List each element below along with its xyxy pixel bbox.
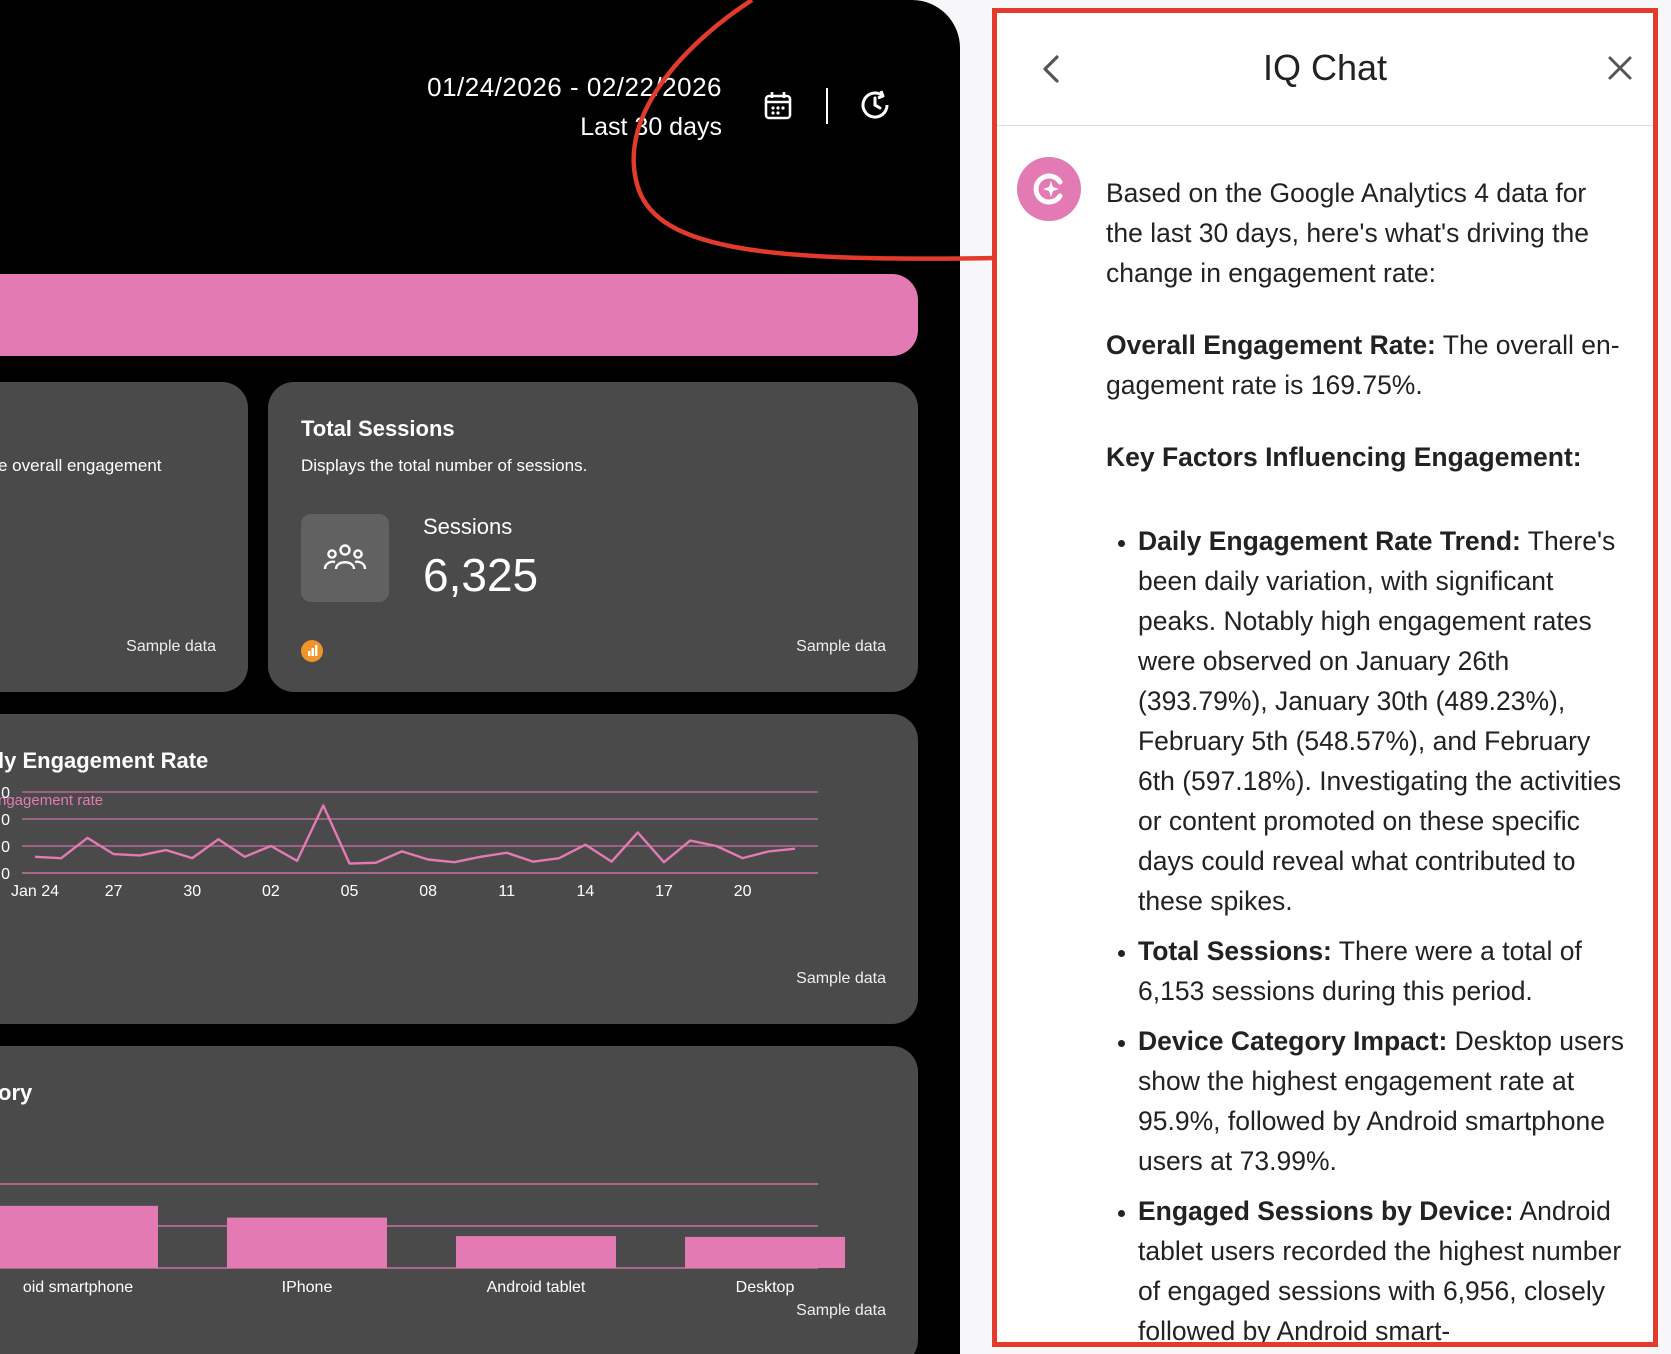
sample-data-label: Sample data (796, 1302, 886, 1319)
list-item: Daily Engagement Rate Trend: There's bee… (1138, 521, 1626, 921)
factors-list: Daily Engagement Rate Trend: There's bee… (1106, 521, 1626, 1342)
x-tick-label: 17 (655, 883, 673, 900)
message-intro: Based on the Google Analytics 4 data for… (1106, 178, 1589, 288)
y-tick-label: 0 (1, 866, 10, 883)
sample-data-label: Sample data (796, 970, 886, 987)
chat-header: IQ Chat (997, 13, 1653, 126)
bar (456, 1236, 616, 1268)
bullet-label: Engaged Sessions by Device: (1138, 1196, 1514, 1226)
bullet-label: Daily Engagement Rate Trend: (1138, 526, 1521, 556)
users-group-icon (301, 514, 389, 602)
bar (227, 1217, 387, 1268)
x-tick-label: 14 (576, 883, 594, 900)
factors-heading: Key Factors Influencing Engagement: (1106, 437, 1626, 477)
x-tick-label: 08 (419, 883, 437, 900)
calendar-icon[interactable] (763, 90, 793, 122)
bullet-label: Total Sessions: (1138, 936, 1332, 966)
x-tick-label: 20 (734, 883, 752, 900)
sample-data-label: Sample data (126, 638, 216, 655)
card-description: Displays the total number of sessions. (301, 456, 588, 475)
overall-rate-paragraph: Overall Engagement Rate: The overall en­… (1106, 325, 1626, 405)
google-analytics-icon (301, 640, 323, 662)
metric-value: 6,325 (423, 549, 539, 601)
iq-chat-panel: IQ Chat Based on the Google Analytics 4 … (992, 8, 1658, 1347)
factors-heading-text: Key Factors Influencing Engagement: (1106, 442, 1582, 472)
x-tick-label: Jan 24 (11, 883, 59, 900)
bullet-label: Device Category Impact: (1138, 1026, 1448, 1056)
refresh-clock-icon[interactable] (858, 88, 892, 122)
x-tick-label: Desktop (736, 1279, 795, 1296)
x-tick-label: 02 (262, 883, 280, 900)
y-tick-label: 0 (1, 785, 10, 802)
y-tick-label: 0 (1, 812, 10, 829)
bar (0, 1205, 158, 1268)
highlight-banner (0, 274, 918, 356)
card-title: Total Sessions (301, 416, 455, 441)
line-chart: 0000Jan 24 27 30 02 05 08 11 14 17 20 (1, 785, 818, 900)
x-tick-label: Android tablet (487, 1279, 586, 1296)
iq-assistant-icon (1017, 157, 1081, 221)
bar-chart: oid smartphone IPhone Android tablet Deskto… (0, 1183, 845, 1296)
x-tick-label: 05 (341, 883, 359, 900)
date-period-text: Last 30 days (580, 113, 722, 141)
sample-data-label: Sample data (796, 638, 886, 655)
chat-title: IQ Chat (1262, 47, 1388, 88)
list-item: Engaged Sessions by Device: Android tabl… (1138, 1191, 1626, 1342)
x-tick-label: 30 (183, 883, 201, 900)
date-range-text: 01/24/2026 - 02/22/2026 (427, 72, 722, 102)
list-item: Device Category Impact: Desktop users sh… (1138, 1021, 1626, 1181)
x-tick-label: IPhone (282, 1279, 333, 1296)
overall-rate-label: Overall Engagement Rate: (1106, 330, 1436, 360)
x-tick-label: 27 (105, 883, 123, 900)
engagement-card-desc: e overall engagement (0, 456, 162, 475)
bar (685, 1236, 845, 1268)
engagement-card: e overall engagement Sample data (0, 382, 248, 692)
header-divider (826, 88, 828, 124)
metric-label: Sessions (423, 514, 513, 539)
daily-engagement-card: ly Engagement Rate ngagement rate 0 0 0 0 Ja… (0, 714, 918, 1024)
close-icon[interactable] (1603, 51, 1637, 85)
list-item: Total Sessions: There were a total of 6,… (1138, 931, 1626, 1011)
bullet-text: There's been daily variation, with signi… (1138, 526, 1622, 916)
x-tick-label: 11 (498, 883, 515, 900)
assistant-message: Based on the Google Analytics 4 data for… (1106, 173, 1626, 1342)
total-sessions-card: Total Sessions Displays the total number… (268, 382, 918, 692)
y-tick-label: 0 (1, 839, 10, 856)
dashboard-panel: 01/24/2026 - 02/22/2026 Last 30 days e o… (0, 0, 960, 1354)
device-category-card: ory oid smartphone IPhone Android tablet De… (0, 1046, 918, 1354)
date-range-display[interactable]: 01/24/2026 - 02/22/2026 Last 30 days (427, 72, 722, 142)
x-tick-label: oid smartphone (23, 1279, 133, 1296)
series-line (34, 804, 796, 865)
